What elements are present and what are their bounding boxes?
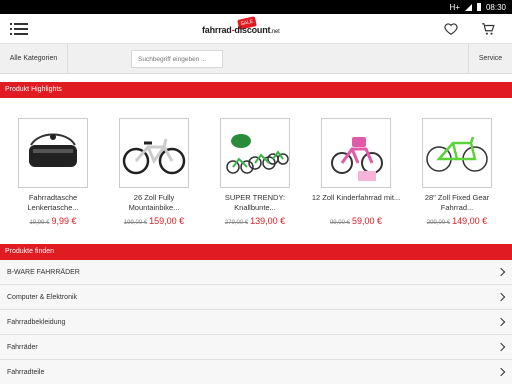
app-bar: SALE fahrrad-discount.net (0, 14, 512, 44)
signal-icon (464, 3, 472, 11)
status-bar: H+ 08:30 (0, 0, 512, 14)
price: 149,00 € (452, 216, 488, 226)
chevron-right-icon (496, 267, 506, 277)
product-card[interactable]: Fahrradtasche Lenkertasche... 19,99 €9,9… (8, 118, 98, 226)
list-item[interactable]: Computer & Elektronik (0, 285, 512, 310)
product-card[interactable]: 12 Zoll Kinderfahrrad mit... 99,00 €59,0… (311, 118, 401, 226)
old-price: 199,00 € (123, 220, 148, 226)
chevron-right-icon (496, 367, 506, 377)
list-item[interactable]: Fahrräder (0, 335, 512, 360)
product-card[interactable]: 28" Zoll Fixed Gear Fahrrad... 299,00 €1… (412, 118, 502, 226)
old-price: 299,00 € (426, 220, 451, 226)
product-highlights: Fahrradtasche Lenkertasche... 19,99 €9,9… (0, 98, 512, 244)
highlights-header: Produkt Highlights (0, 82, 512, 98)
product-name: 28" Zoll Fixed Gear Fahrrad... (424, 193, 490, 212)
list-item[interactable]: Fahrradbekleidung (0, 310, 512, 335)
list-item[interactable]: B-WARE FAHRRÄDER (0, 260, 512, 285)
heart-icon[interactable] (444, 22, 458, 36)
price: 59,00 € (352, 216, 383, 226)
product-image[interactable] (119, 118, 189, 188)
price: 9,99 € (51, 216, 77, 226)
product-image[interactable] (422, 118, 492, 188)
chevron-right-icon (496, 317, 506, 327)
find-products-header: Produkte finden (0, 244, 512, 260)
service-button[interactable]: Service (468, 44, 512, 74)
product-image[interactable] (220, 118, 290, 188)
price: 159,00 € (149, 216, 185, 226)
logo[interactable]: SALE fahrrad-discount.net (202, 16, 292, 40)
product-card[interactable]: 26 Zoll Fully Mountainbike... 199,00 €15… (109, 118, 199, 226)
product-image[interactable] (18, 118, 88, 188)
search-input[interactable] (131, 50, 223, 68)
old-price: 19,99 € (29, 220, 50, 226)
list-item[interactable]: Fahrradteile (0, 360, 512, 384)
network-indicator: H+ (449, 2, 460, 12)
product-name: SUPER TRENDY: Knallbunte... (224, 193, 286, 212)
search-bar: Alle Kategorien Service (0, 44, 512, 74)
product-name: Fahrradtasche Lenkertasche... (27, 193, 79, 212)
clock: 08:30 (485, 2, 506, 12)
product-name: 12 Zoll Kinderfahrrad mit... (311, 193, 401, 202)
chevron-right-icon (496, 292, 506, 302)
chevron-right-icon (496, 342, 506, 352)
all-categories-button[interactable]: Alle Kategorien (0, 44, 68, 74)
product-image[interactable] (321, 118, 391, 188)
old-price: 99,00 € (329, 220, 350, 226)
product-card[interactable]: SUPER TRENDY: Knallbunte... 279,00 €139,… (210, 118, 300, 226)
category-list: B-WARE FAHRRÄDER Computer & Elektronik F… (0, 260, 512, 384)
menu-icon[interactable] (10, 23, 28, 35)
price: 139,00 € (250, 216, 286, 226)
battery-icon (476, 3, 481, 11)
old-price: 279,00 € (224, 220, 249, 226)
logo-text: fahrrad-discount.net (202, 25, 280, 35)
cart-icon[interactable] (480, 22, 496, 36)
product-name: 26 Zoll Fully Mountainbike... (128, 193, 180, 212)
